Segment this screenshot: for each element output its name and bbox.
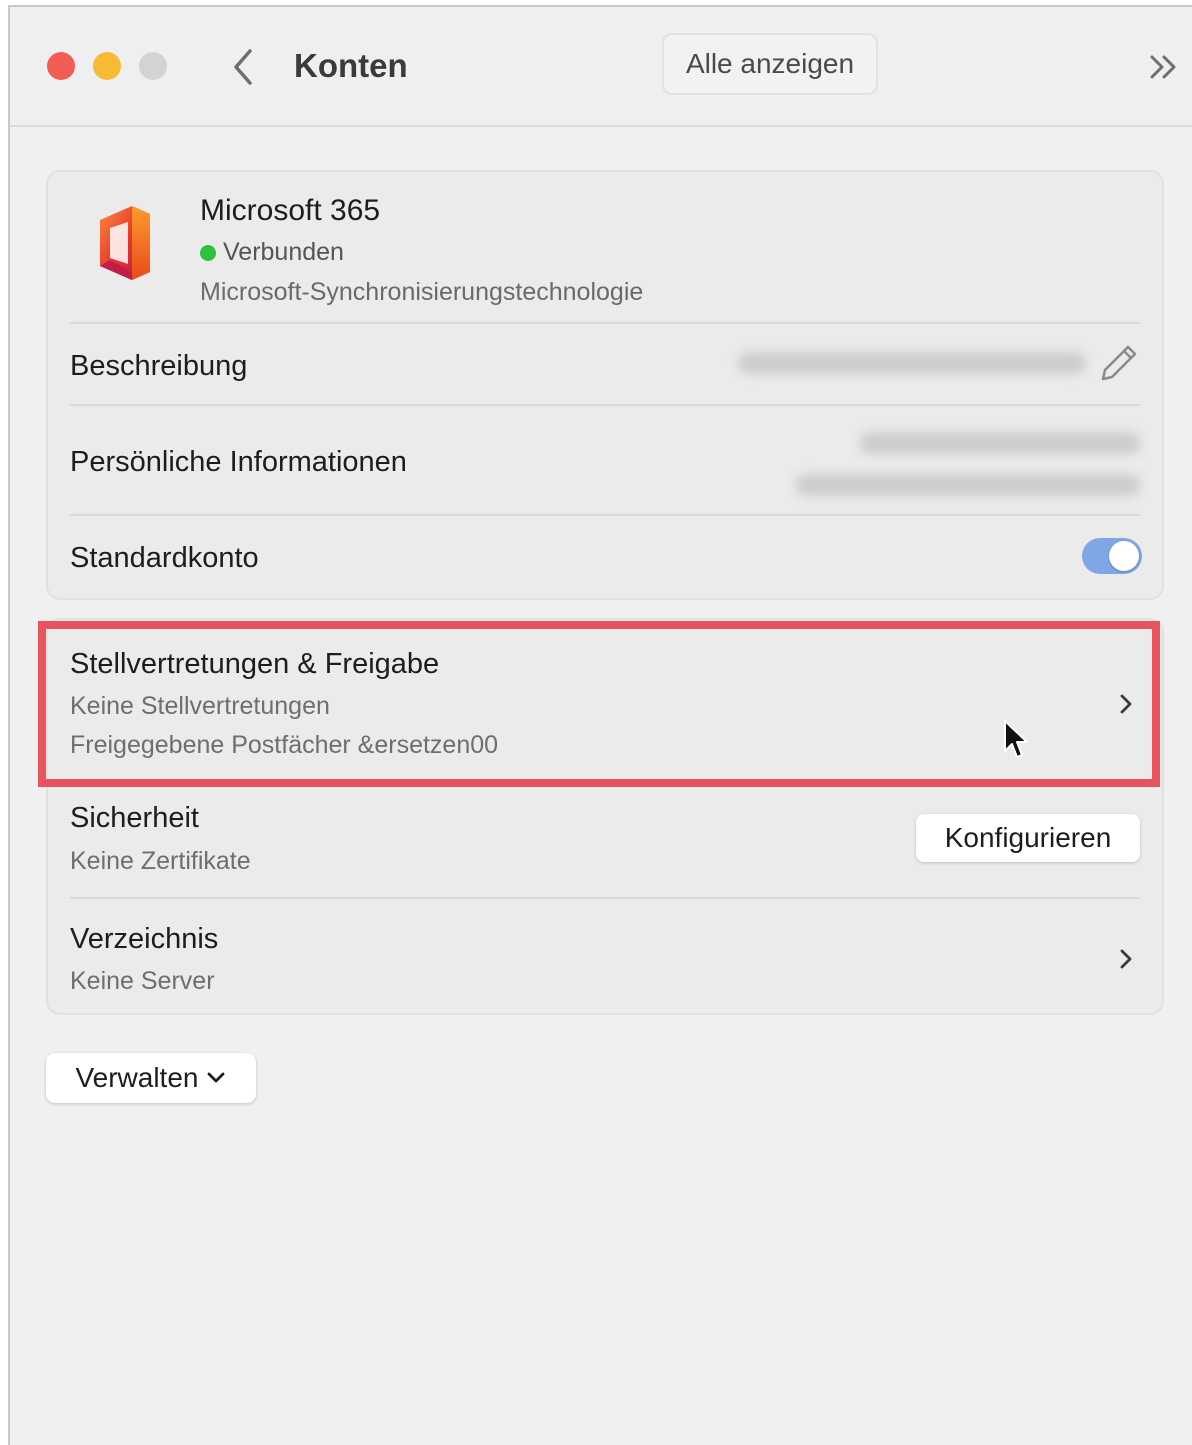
delegation-title: Stellvertretungen & Freigabe <box>70 648 440 680</box>
minimize-window-button[interactable] <box>93 52 121 80</box>
office-logo-icon <box>92 202 162 284</box>
account-technology: Microsoft-Synchronisierungstechnologie <box>200 278 644 306</box>
delegates-info: Keine Stellvertretungen <box>70 692 330 720</box>
personal-name-redacted[interactable] <box>860 432 1140 454</box>
account-status-label: Verbunden <box>223 238 344 266</box>
toggle-knob <box>1109 541 1139 571</box>
divider <box>70 404 1140 406</box>
close-window-button[interactable] <box>47 52 75 80</box>
accounts-window: Konten Alle anzeigen Microsoft 365 Verbu… <box>8 5 1192 1445</box>
default-account-label: Standardkonto <box>70 542 259 574</box>
back-button[interactable] <box>228 45 258 89</box>
back-icon <box>234 49 252 85</box>
description-value-redacted[interactable] <box>738 352 1086 374</box>
personal-info-label: Persönliche Informationen <box>70 446 407 478</box>
status-dot <box>200 244 216 261</box>
configure-button[interactable]: Konfigurieren <box>916 814 1140 862</box>
directory-subtitle: Keine Server <box>70 967 215 995</box>
security-title: Sicherheit <box>70 802 199 834</box>
zoom-window-button[interactable] <box>139 52 167 80</box>
edit-description-button[interactable] <box>1098 342 1140 384</box>
directory-row[interactable]: Verzeichnis Keine Server <box>48 899 1162 1013</box>
account-card: Microsoft 365 Verbunden Microsoft-Synchr… <box>46 170 1164 600</box>
description-label: Beschreibung <box>70 350 248 382</box>
show-all-button[interactable]: Alle anzeigen <box>662 33 878 95</box>
account-name: Microsoft 365 <box>200 194 381 227</box>
account-status: Verbunden <box>200 238 344 267</box>
default-account-toggle[interactable] <box>1082 538 1142 574</box>
pencil-icon <box>1101 345 1137 381</box>
services-card: Stellvertretungen & Freigabe Keine Stell… <box>46 618 1164 1015</box>
security-subtitle: Keine Zertifikate <box>70 847 251 875</box>
delegation-row[interactable]: Stellvertretungen & Freigabe Keine Stell… <box>48 620 1162 780</box>
titlebar: Konten Alle anzeigen <box>10 7 1192 127</box>
mouse-cursor-icon <box>1004 720 1028 758</box>
chevron-right-icon <box>1120 694 1132 714</box>
manage-label: Verwalten <box>75 1062 199 1093</box>
manage-menu-button[interactable]: Verwalten <box>46 1053 256 1103</box>
toolbar-overflow-button[interactable] <box>1146 47 1182 87</box>
divider <box>70 322 1140 324</box>
chevron-down-icon <box>208 1072 225 1083</box>
divider <box>70 514 1140 516</box>
directory-title: Verzeichnis <box>70 923 219 955</box>
chevron-right-icon <box>1120 949 1132 969</box>
double-chevron-icon <box>1150 55 1176 79</box>
window-title: Konten <box>294 47 408 84</box>
personal-email-redacted[interactable] <box>796 474 1140 496</box>
shared-mailboxes-info: Freigegebene Postfächer &ersetzen00 <box>70 731 499 759</box>
